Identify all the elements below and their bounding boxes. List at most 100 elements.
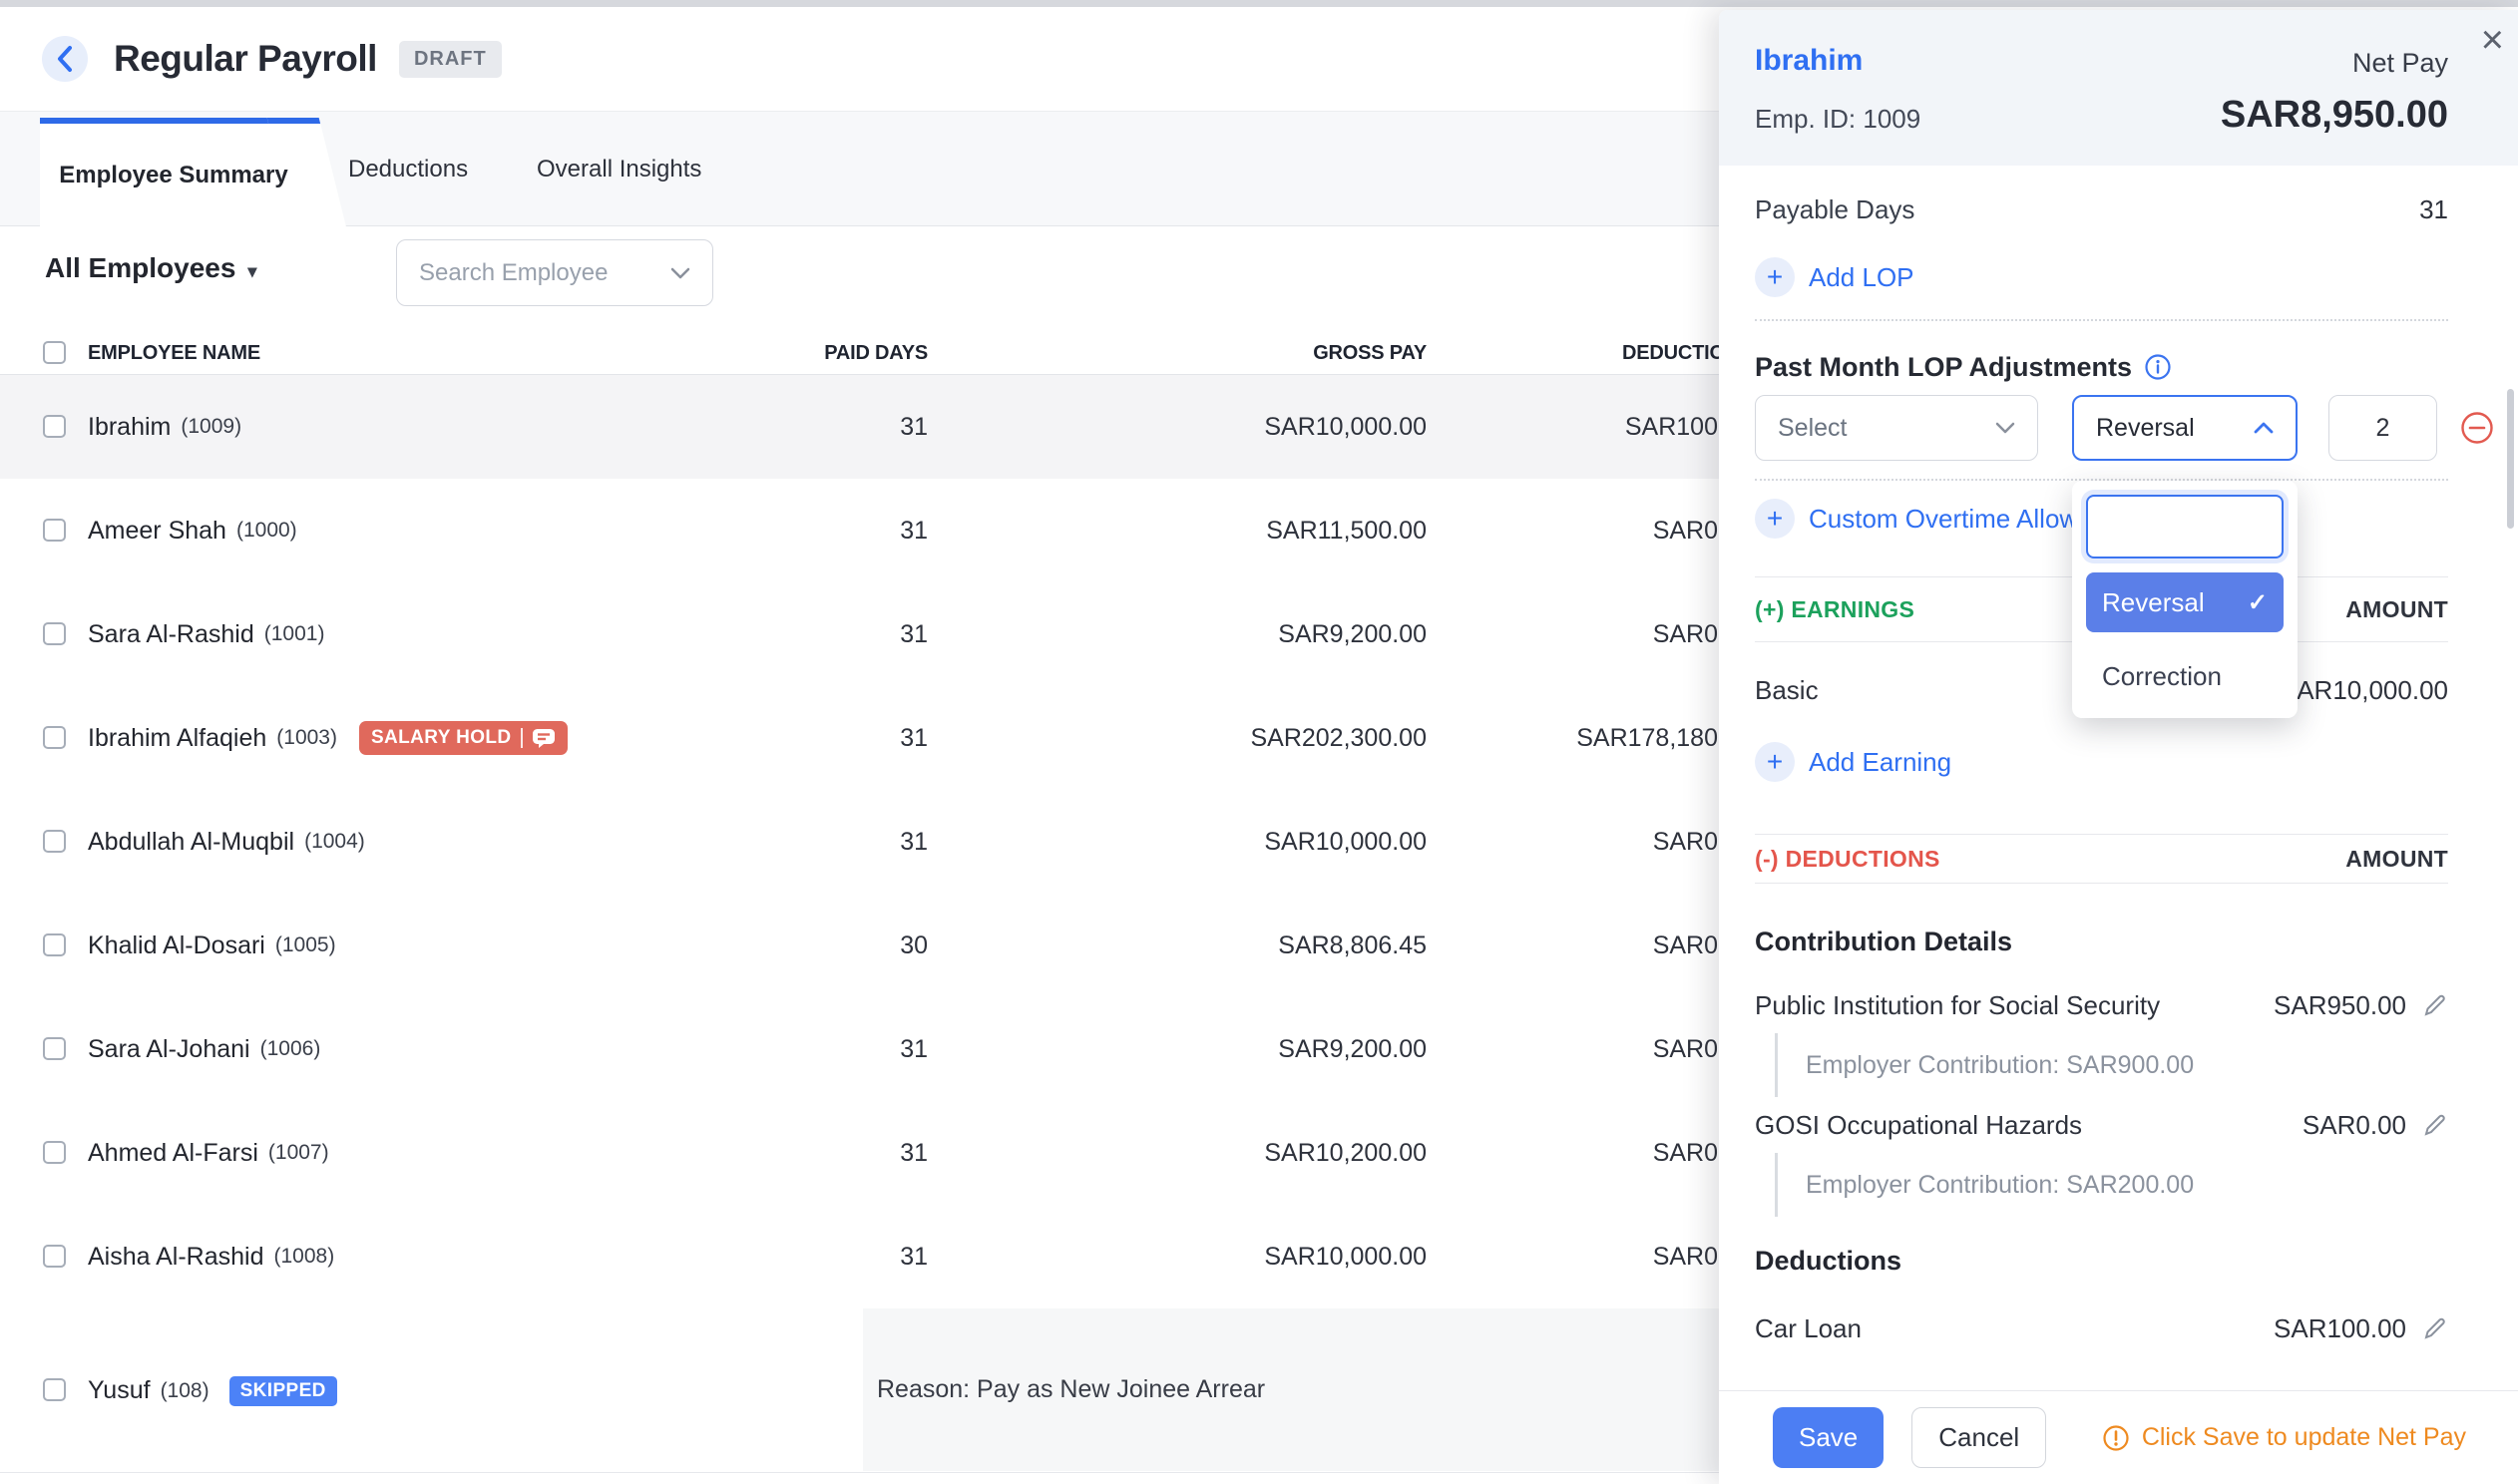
gross-pay-value: SAR10,000.00: [1097, 1205, 1427, 1308]
edit-pencil-icon[interactable]: [2422, 1112, 2448, 1138]
lop-days-input[interactable]: [2328, 395, 2437, 461]
tab-overall-insights[interactable]: Overall Insights: [537, 112, 701, 226]
adjustment-type-value: Reversal: [2096, 414, 2195, 443]
caret-down-icon: ▾: [247, 255, 256, 282]
deductions-value: SAR0: [1397, 790, 1718, 894]
panel-employee-link[interactable]: Ibrahim: [1755, 44, 1863, 78]
gross-pay-value: SAR9,200.00: [1097, 997, 1427, 1101]
employee-number: (108): [161, 1379, 210, 1403]
row-checkbox[interactable]: [43, 1037, 66, 1060]
deductions-header: (-) DEDUCTIONS AMOUNT: [1755, 834, 2448, 884]
employee-name: Ibrahim: [88, 413, 171, 442]
net-pay-value: SAR8,950.00: [2221, 94, 2448, 137]
deduction-amount: SAR100.00: [2274, 1313, 2406, 1344]
deductions-value: SAR0: [1397, 479, 1718, 582]
row-checkbox[interactable]: [43, 415, 66, 438]
deductions-value: SAR0: [1397, 1205, 1718, 1308]
gross-pay-value: SAR10,000.00: [1097, 375, 1427, 479]
chevron-up-icon: [2254, 422, 2274, 434]
chevron-down-icon: [670, 267, 690, 279]
row-checkbox[interactable]: [43, 933, 66, 956]
plus-icon: +: [1755, 257, 1795, 297]
row-checkbox[interactable]: [43, 726, 66, 749]
tab-employee-summary[interactable]: Employee Summary: [40, 118, 307, 226]
employee-number: (1000): [236, 519, 297, 543]
deduction-row: Car Loan SAR100.00: [1755, 1306, 2448, 1350]
filter-row: All Employees ▾ Search Employee: [0, 226, 1719, 331]
info-icon[interactable]: [2144, 353, 2172, 381]
paid-days-value: 31: [698, 1205, 928, 1308]
close-icon[interactable]: ×: [2481, 20, 2504, 60]
contribution-row: Public Institution for Social Security S…: [1755, 983, 2448, 1027]
amount-label: AMOUNT: [2345, 846, 2448, 873]
employee-name: Ahmed Al-Farsi: [88, 1139, 258, 1168]
gross-pay-value: SAR8,806.45: [1097, 894, 1427, 997]
deductions-value: SAR178,180: [1397, 686, 1718, 790]
contribution-label: Public Institution for Social Security: [1755, 990, 2160, 1021]
col-paid-days: PAID DAYS: [698, 331, 928, 375]
row-checkbox[interactable]: [43, 1245, 66, 1268]
employee-filter-dropdown[interactable]: All Employees ▾: [45, 252, 256, 284]
contribution-amount: SAR950.00: [2274, 990, 2406, 1021]
net-pay-label: Net Pay: [2352, 48, 2448, 79]
contribution-label: GOSI Occupational Hazards: [1755, 1110, 2082, 1141]
employee-number: (1009): [181, 415, 241, 439]
payable-days-value: 31: [2419, 194, 2448, 225]
select-all-checkbox[interactable]: [43, 341, 66, 364]
deductions-value: SAR0: [1397, 582, 1718, 686]
panel-scrollbar[interactable]: [2507, 389, 2514, 529]
add-earning-button[interactable]: + Add Earning: [1755, 742, 1951, 782]
search-placeholder: Search Employee: [419, 259, 608, 287]
dropdown-option-correction[interactable]: Correction: [2086, 646, 2284, 706]
dropdown-option-reversal[interactable]: Reversal ✓: [2086, 572, 2284, 632]
employee-number: (1001): [264, 622, 325, 646]
edit-pencil-icon[interactable]: [2422, 992, 2448, 1018]
tab-bar: Employee Summary Deductions Overall Insi…: [0, 112, 1719, 226]
cancel-button[interactable]: Cancel: [1911, 1407, 2046, 1468]
salary-hold-badge[interactable]: SALARY HOLD: [359, 721, 568, 755]
payable-days-label: Payable Days: [1755, 194, 1914, 225]
row-checkbox[interactable]: [43, 830, 66, 853]
employee-number: (1006): [260, 1037, 321, 1061]
chevron-left-icon: [56, 45, 74, 73]
add-lop-button[interactable]: + Add LOP: [1755, 257, 1914, 297]
deduction-label: Car Loan: [1755, 1313, 1862, 1344]
gross-pay-value: SAR11,500.00: [1097, 479, 1427, 582]
tab-deductions[interactable]: Deductions: [348, 112, 468, 226]
paid-days-value: 31: [698, 479, 928, 582]
custom-overtime-button[interactable]: + Custom Overtime Allowan: [1755, 499, 2107, 539]
employee-name: Ameer Shah: [88, 517, 226, 546]
deductions-group-title: Deductions: [1755, 1246, 1901, 1277]
back-button[interactable]: [42, 36, 88, 82]
employee-name: Abdullah Al-Muqbil: [88, 828, 294, 857]
table-header: EMPLOYEE NAME PAID DAYS GROSS PAY DEDUCT…: [0, 331, 1719, 375]
paid-days-value: 30: [698, 894, 928, 997]
lop-month-select[interactable]: Select: [1755, 395, 2038, 461]
select-placeholder: Select: [1778, 414, 1847, 443]
dotted-divider: [1755, 319, 2448, 321]
dropdown-search-input[interactable]: [2086, 495, 2284, 558]
emp-id: Emp. ID: 1009: [1755, 104, 1920, 135]
col-employee-name: EMPLOYEE NAME: [88, 331, 260, 375]
employee-name: Yusuf: [88, 1376, 151, 1405]
adjustment-type-dropdown: Reversal ✓ Correction: [2072, 481, 2298, 718]
tab-label: Deductions: [348, 156, 468, 184]
amount-label: AMOUNT: [2345, 596, 2448, 623]
row-checkbox[interactable]: [43, 622, 66, 645]
earning-amount: SAR10,000.00: [2280, 675, 2448, 706]
save-warning-text: Click Save to update Net Pay: [2142, 1423, 2466, 1452]
edit-pencil-icon[interactable]: [2422, 1315, 2448, 1341]
deductions-value: SAR100: [1397, 375, 1718, 479]
save-button[interactable]: Save: [1773, 1407, 1884, 1468]
employee-number: (1008): [273, 1245, 334, 1269]
row-checkbox[interactable]: [43, 519, 66, 542]
row-checkbox[interactable]: [43, 1378, 66, 1401]
adjustment-type-select[interactable]: Reversal: [2072, 395, 2298, 461]
contribution-amount: SAR0.00: [2303, 1110, 2406, 1141]
status-badge: DRAFT: [399, 41, 502, 78]
gross-pay-value: SAR9,200.00: [1097, 582, 1427, 686]
remove-row-button[interactable]: [2459, 410, 2495, 446]
row-checkbox[interactable]: [43, 1141, 66, 1164]
employee-number: (1005): [275, 933, 336, 957]
search-employee-select[interactable]: Search Employee: [396, 239, 713, 306]
